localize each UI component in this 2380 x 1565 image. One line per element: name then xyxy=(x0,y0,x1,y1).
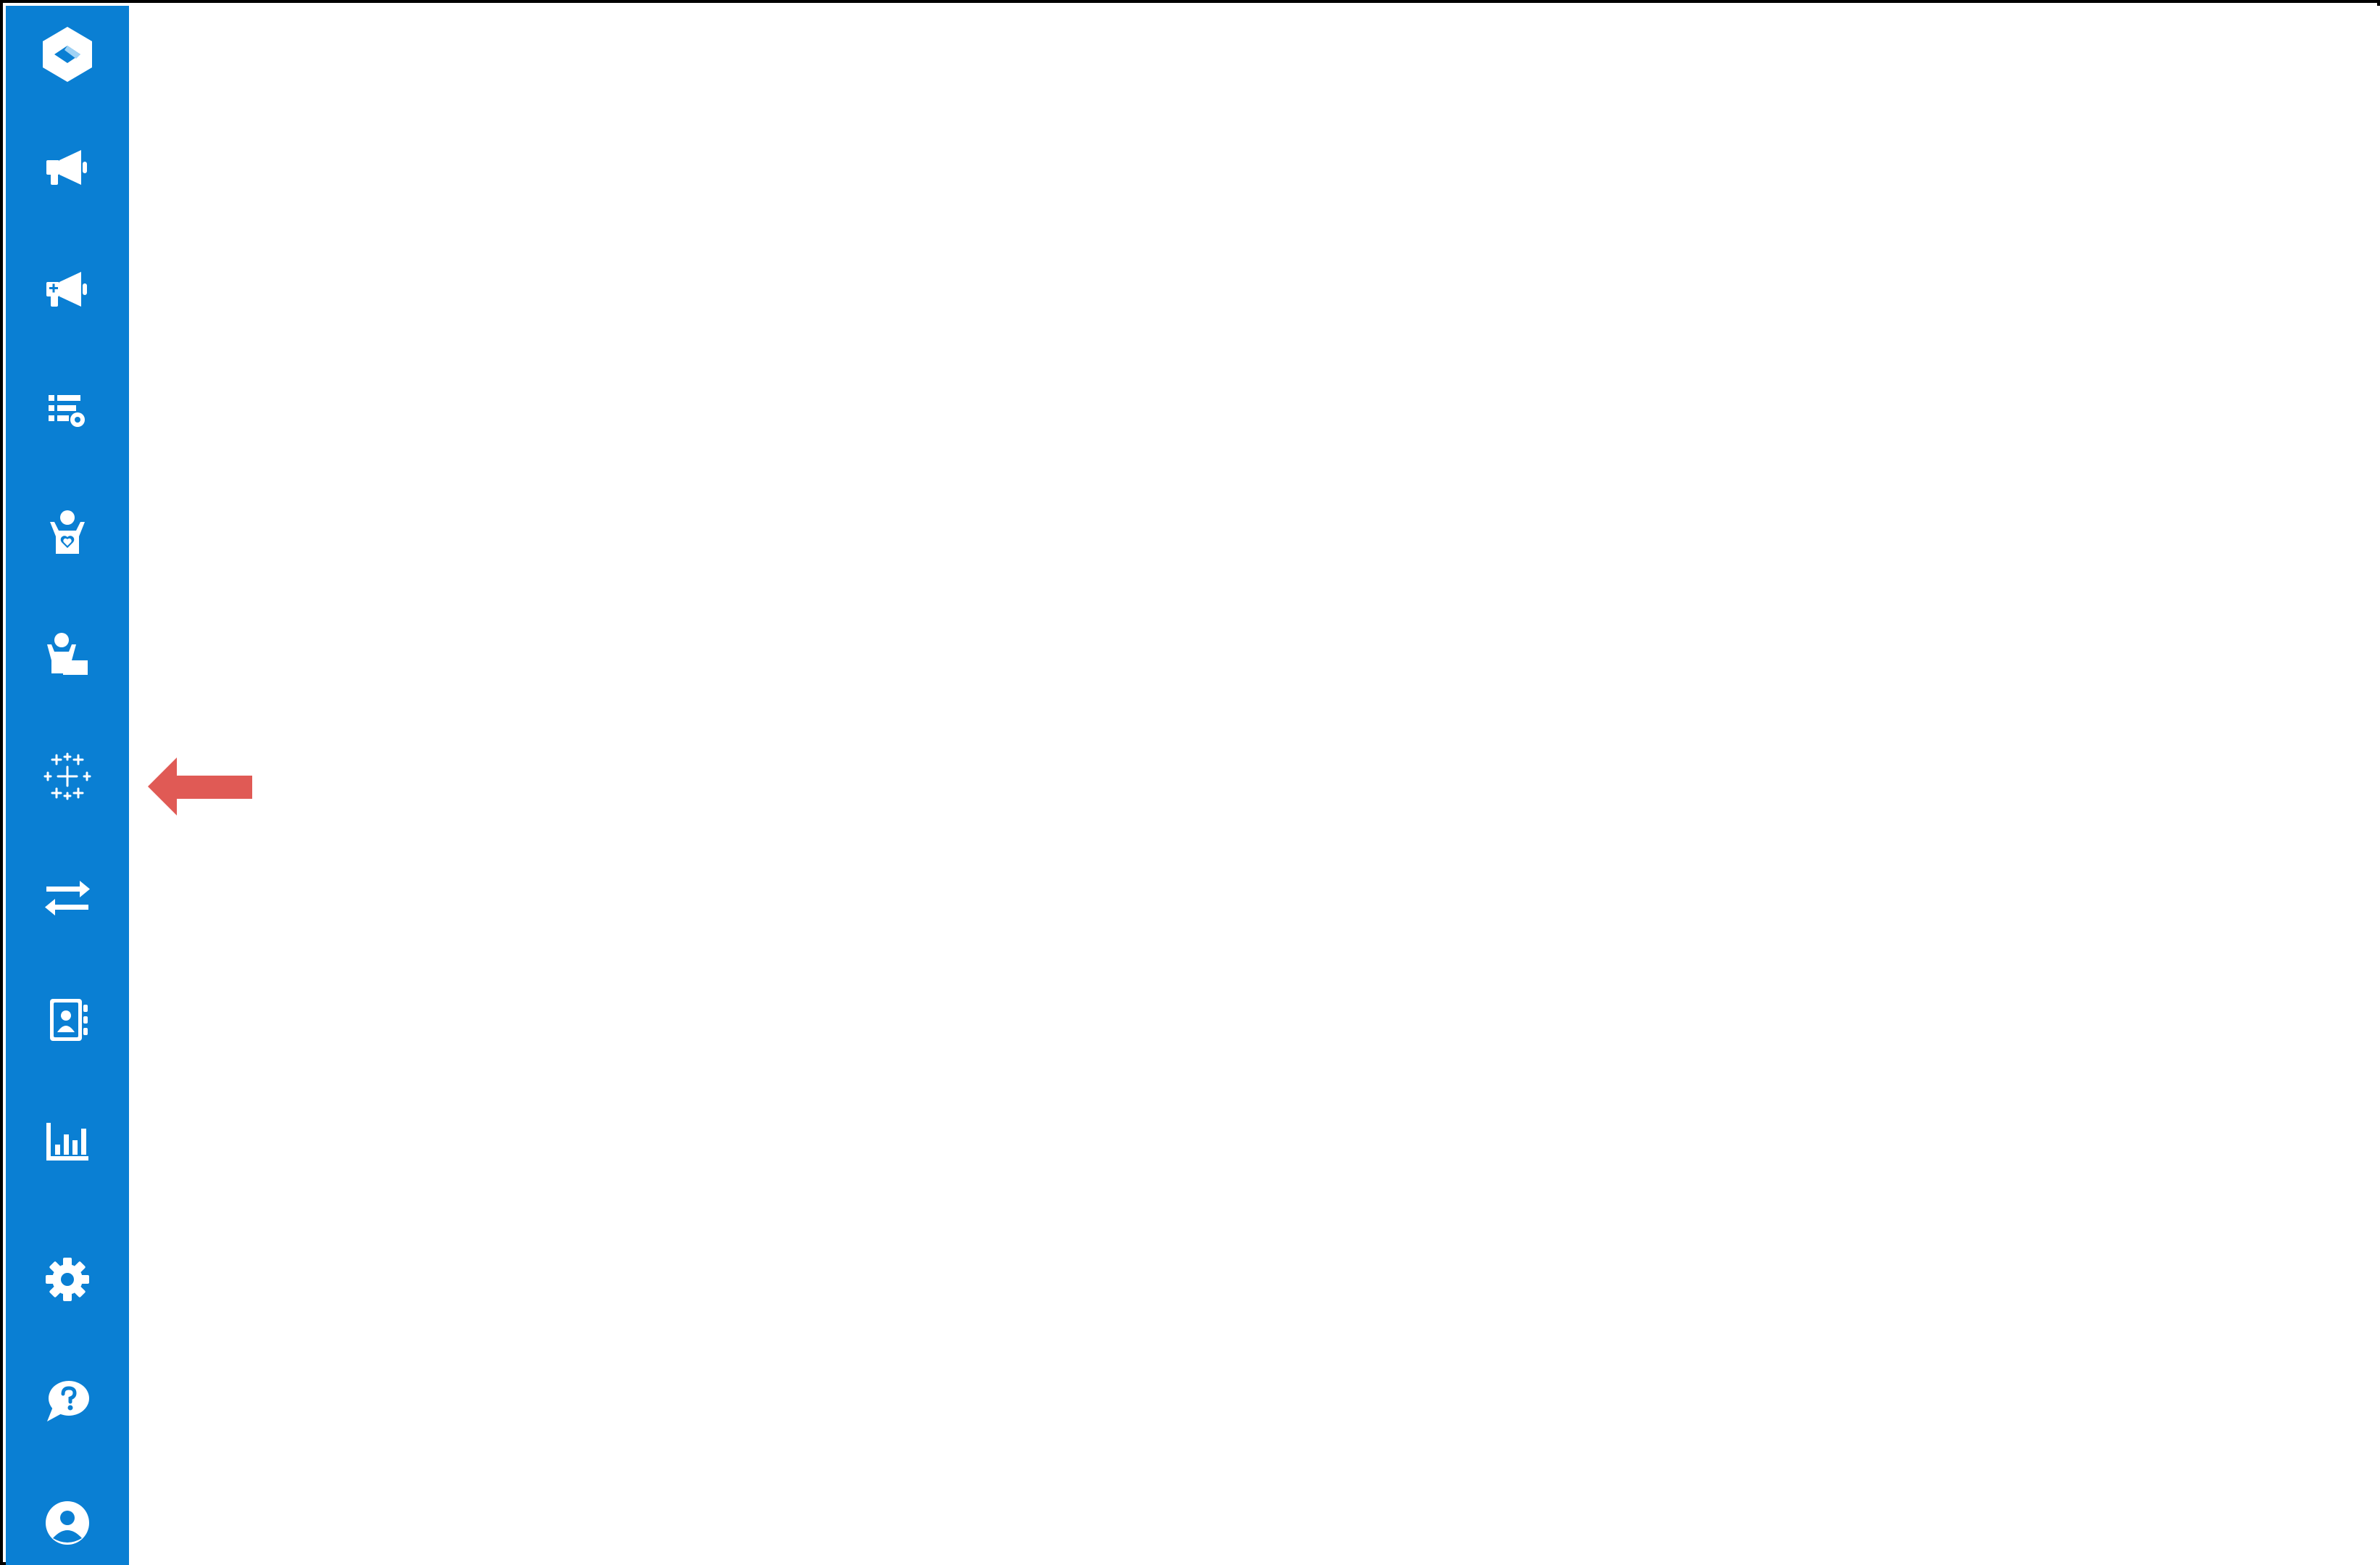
list-settings-icon xyxy=(49,395,85,427)
sidebar-item-new-campaign[interactable] xyxy=(6,249,129,329)
sidebar-item-supporters[interactable] xyxy=(6,493,129,573)
sidebar-item-home-logo[interactable] xyxy=(6,14,129,94)
sidebar-item-contacts[interactable] xyxy=(6,980,129,1060)
person-desk-icon xyxy=(47,633,88,675)
sidebar-item-settings[interactable] xyxy=(6,1240,129,1319)
sidebar-item-volunteers[interactable] xyxy=(6,615,129,694)
logo-icon xyxy=(43,27,92,82)
sparkle-plus-grid-icon xyxy=(43,752,91,800)
bar-chart-icon xyxy=(46,1123,88,1161)
sidebar-item-integrations[interactable] xyxy=(6,736,129,816)
sidebar-item-reports[interactable] xyxy=(6,1102,129,1182)
help-chat-icon xyxy=(47,1381,89,1421)
sidebar-item-profile[interactable] xyxy=(6,1483,129,1563)
user-circle-icon xyxy=(46,1501,89,1545)
sidebar-item-campaigns[interactable] xyxy=(6,128,129,207)
callout-arrow xyxy=(148,757,252,820)
megaphone-plus-icon xyxy=(46,272,87,307)
megaphone-icon xyxy=(46,150,87,185)
sidebar-item-lists[interactable] xyxy=(6,371,129,451)
contact-book-icon xyxy=(50,999,88,1041)
sidebar-item-help[interactable] xyxy=(6,1361,129,1441)
callout-arrow-left-icon xyxy=(148,757,252,815)
sidebar-nav xyxy=(6,6,129,1565)
sidebar-item-transfers[interactable] xyxy=(6,858,129,938)
main-content-area xyxy=(129,6,2380,1565)
person-heart-icon xyxy=(50,510,85,554)
gear-icon xyxy=(46,1258,89,1301)
transfer-arrows-icon xyxy=(45,881,90,916)
app-window xyxy=(0,0,2380,1565)
